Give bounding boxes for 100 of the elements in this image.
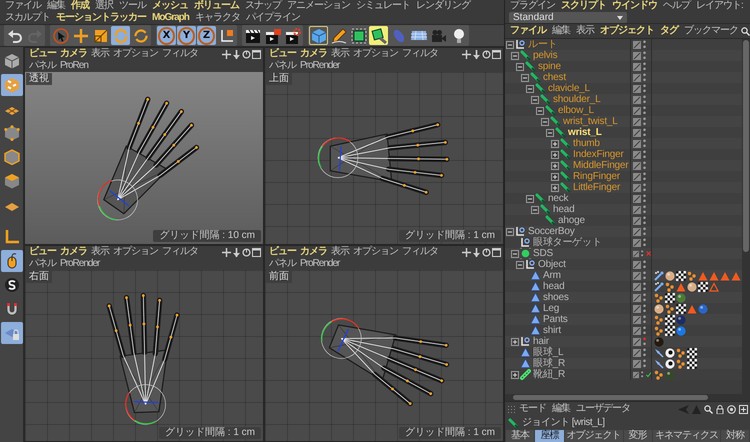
collapse-icon[interactable] (511, 52, 519, 60)
object-name[interactable]: 眼球_L (533, 347, 564, 358)
layout-dropdown[interactable]: Standard (509, 12, 627, 23)
menu-item[interactable]: シミュレート (353, 0, 413, 12)
collapse-icon[interactable] (546, 128, 554, 136)
object-row[interactable]: SoccerBoy (505, 226, 742, 237)
material-tag-icon[interactable] (698, 304, 708, 314)
object-name[interactable]: Arm (543, 270, 561, 281)
menu-item[interactable]: キャラクタ (192, 12, 243, 24)
visibility-dots-icon[interactable] (643, 172, 646, 181)
object-row[interactable]: LittleFinger (505, 182, 742, 193)
object-name[interactable]: neck (548, 193, 568, 204)
menu-item[interactable]: 編集 (44, 0, 68, 12)
visibility-dots-icon[interactable] (643, 205, 646, 214)
object-name[interactable]: 靴紐_R (533, 369, 565, 380)
deformer-button[interactable] (369, 26, 388, 45)
axis-button[interactable]: X (157, 26, 176, 45)
menu-item[interactable]: メッシュ (149, 0, 191, 12)
visibility-dots-icon[interactable] (643, 293, 646, 302)
menu-item[interactable]: パネル (267, 60, 298, 72)
object-name[interactable]: MiddleFinger (573, 160, 628, 171)
move-button[interactable] (71, 26, 90, 45)
menu-item[interactable]: ブックマーク (681, 25, 741, 37)
object-name[interactable]: LittleFinger (573, 182, 620, 193)
object-name[interactable]: clavicle_L (548, 83, 590, 94)
vertical-scrollbar[interactable] (742, 39, 750, 394)
object-name[interactable]: SDS (533, 248, 553, 259)
visibility-dots-icon[interactable] (643, 359, 646, 368)
menu-item[interactable]: オプション (351, 48, 400, 60)
object-name[interactable]: wrist_twist_L (563, 116, 618, 127)
menu-item[interactable]: フィルタ (160, 246, 200, 258)
object-row[interactable]: wrist_twist_L (505, 116, 742, 127)
menu-item[interactable]: オプション (111, 48, 160, 60)
object-name[interactable]: chest (543, 72, 566, 83)
collapse-icon[interactable] (526, 194, 534, 202)
menu-item[interactable]: モーショントラッカー (53, 12, 149, 24)
expand-icon[interactable] (551, 150, 559, 158)
object-row[interactable]: MiddleFinger (505, 160, 742, 171)
object-name[interactable]: 眼球ターゲット (533, 237, 602, 248)
expand-icon[interactable] (551, 140, 559, 148)
expand-icon[interactable] (511, 370, 519, 378)
object-name[interactable]: wrist_L (568, 127, 602, 138)
menu-item[interactable]: 編集 (549, 403, 573, 415)
expand-icon[interactable] (551, 172, 559, 180)
object-name[interactable]: shoulder_L (553, 94, 600, 105)
attribute-tab[interactable]: オブジェクト (564, 430, 622, 442)
menu-item[interactable]: オブジェクト (597, 25, 657, 37)
object-row[interactable]: SDS (505, 248, 742, 259)
menu-item[interactable]: フィルタ (400, 246, 440, 258)
object-name[interactable]: ahoge (558, 215, 585, 226)
collapse-icon[interactable] (541, 118, 549, 126)
check-icon[interactable] (646, 371, 651, 378)
menu-item[interactable]: 表示 (573, 25, 597, 37)
material-tag-icon[interactable] (654, 336, 664, 346)
object-name[interactable]: head (543, 281, 564, 292)
object-name[interactable]: Leg (543, 303, 560, 314)
select-button[interactable] (51, 26, 70, 45)
collapse-icon[interactable] (536, 106, 544, 114)
menu-item[interactable]: 編集 (549, 25, 573, 37)
object-name[interactable]: SoccerBoy (528, 226, 575, 237)
menu-item[interactable]: カメラ (58, 246, 89, 258)
visibility-dots-icon[interactable] (643, 315, 646, 324)
menu-item[interactable]: ユーザデータ (573, 403, 633, 415)
object-name[interactable]: shirt (543, 325, 561, 336)
visibility-dots-icon[interactable] (643, 51, 646, 60)
axis-button[interactable]: Y (177, 26, 196, 45)
visibility-dots-icon[interactable] (643, 282, 646, 291)
menu-item[interactable]: ビュー (267, 48, 298, 60)
visibility-dots-icon[interactable] (643, 40, 646, 49)
collapse-icon[interactable] (516, 62, 524, 70)
cube-button[interactable] (309, 26, 328, 45)
menu-item[interactable]: 表示 (89, 246, 111, 258)
visibility-dots-icon[interactable] (643, 194, 646, 203)
object-name[interactable]: Pants (543, 314, 568, 325)
object-name[interactable]: ルート (528, 39, 558, 50)
collapse-icon[interactable] (526, 84, 534, 92)
visibility-dots-icon[interactable] (643, 183, 646, 192)
object-row[interactable]: shoulder_L (505, 94, 742, 105)
menu-item[interactable]: アニメーション (284, 0, 353, 12)
menu-item[interactable]: カメラ (58, 48, 89, 60)
menu-item[interactable]: ファイル (507, 25, 549, 37)
axis-button[interactable]: Z (197, 26, 216, 45)
menu-item[interactable]: レンダリング (413, 0, 473, 12)
visibility-dots-icon[interactable] (643, 106, 646, 115)
material-tag-icon[interactable] (676, 314, 686, 324)
expand-icon[interactable] (551, 162, 559, 170)
menu-item[interactable]: パイプライン (242, 12, 303, 24)
collapse-icon[interactable] (531, 206, 539, 214)
collapse-icon[interactable] (506, 40, 514, 48)
menu-item[interactable]: ファイル (2, 0, 44, 12)
menu-item[interactable]: フィルタ (400, 48, 440, 60)
object-row[interactable]: pelvis (505, 50, 742, 61)
visibility-dots-icon[interactable] (643, 62, 646, 71)
menu-item[interactable]: ウインドウ (609, 0, 660, 12)
menu-item[interactable]: モード (516, 403, 549, 415)
material-tag-icon[interactable] (687, 282, 697, 292)
menu-item[interactable]: フィルタ (160, 48, 200, 60)
visibility-dots-icon[interactable] (643, 271, 646, 280)
object-name[interactable]: pelvis (533, 50, 558, 61)
collapse-icon[interactable] (506, 228, 514, 236)
